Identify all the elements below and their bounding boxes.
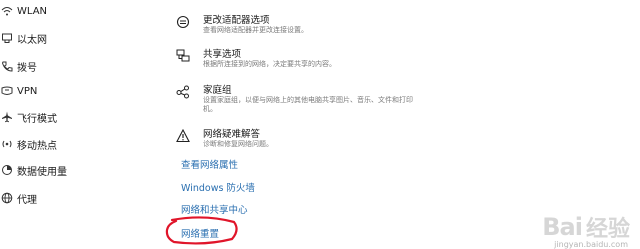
sidebar-item-label: WLAN — [17, 5, 48, 17]
sidebar-item-label: 飞行模式 — [17, 113, 57, 125]
sidebar-item-label: 移动热点 — [17, 140, 57, 152]
setting-description-continued: 机。 — [203, 105, 217, 113]
sidebar-item-ethernet[interactable]: 以太网 — [0, 27, 140, 49]
watermark-url: jingyan.baidu.com — [554, 240, 628, 249]
sidebar-item-hotspot[interactable]: 移动热点 — [0, 133, 140, 155]
ethernet-icon — [1, 32, 13, 44]
sidebar: WLAN 以太网 拨号 VPN 飞行模式 移动热点 数据使用量 代理 — [0, 0, 150, 249]
warning-icon — [176, 128, 190, 143]
sidebar-item-label: 拨号 — [17, 62, 37, 74]
watermark: Bai 经验 — [542, 211, 630, 243]
network-reset-link[interactable]: 网络重置 — [181, 226, 219, 240]
view-network-properties-link[interactable]: 查看网络属性 — [181, 157, 238, 171]
sidebar-item-label: 数据使用量 — [17, 166, 67, 178]
globe-icon — [1, 192, 13, 204]
hotspot-icon — [1, 138, 13, 150]
setting-title: 网络疑难解答 — [203, 129, 261, 140]
setting-title: 家庭组 — [203, 85, 232, 96]
sidebar-item-dialup[interactable]: 拨号 — [0, 55, 140, 77]
sidebar-item-label: 代理 — [17, 194, 37, 206]
data-usage-icon — [1, 164, 13, 176]
airplane-icon — [1, 111, 13, 123]
wifi-icon — [1, 5, 13, 17]
sidebar-item-label: 以太网 — [17, 34, 47, 46]
sidebar-item-vpn[interactable]: VPN — [0, 80, 140, 102]
dialup-icon — [1, 60, 13, 72]
sharing-icon — [176, 48, 190, 62]
related-settings: 更改适配器选项 查看网络适配器并更改连接设置。 共享选项 根据所连接到的网络，决… — [170, 0, 470, 249]
homegroup-icon — [176, 84, 190, 99]
sidebar-item-label: VPN — [17, 85, 38, 97]
setting-title: 共享选项 — [203, 49, 242, 60]
setting-description: 查看网络适配器并更改连接设置。 — [203, 26, 308, 34]
sidebar-item-wlan[interactable]: WLAN — [0, 0, 140, 22]
windows-firewall-link[interactable]: Windows 防火墙 — [181, 180, 255, 194]
setting-description: 根据所连接到的网络，决定要共享的内容。 — [203, 60, 336, 68]
sidebar-item-data-usage[interactable]: 数据使用量 — [0, 159, 140, 181]
setting-description: 设置家庭组，以便与网络上的其他电脑共享图片、音乐、文件和打印 — [203, 96, 413, 104]
sidebar-item-proxy[interactable]: 代理 — [0, 187, 140, 209]
watermark-logo: Bai — [542, 213, 583, 241]
adapter-icon — [176, 14, 190, 29]
setting-title: 更改适配器选项 — [203, 15, 270, 26]
network-sharing-center-link[interactable]: 网络和共享中心 — [181, 202, 248, 216]
watermark-text: 经验 — [585, 217, 630, 242]
vpn-icon — [1, 85, 13, 97]
sidebar-item-airplane[interactable]: 飞行模式 — [0, 106, 140, 128]
setting-description: 诊断和修复网络问题。 — [203, 140, 273, 148]
